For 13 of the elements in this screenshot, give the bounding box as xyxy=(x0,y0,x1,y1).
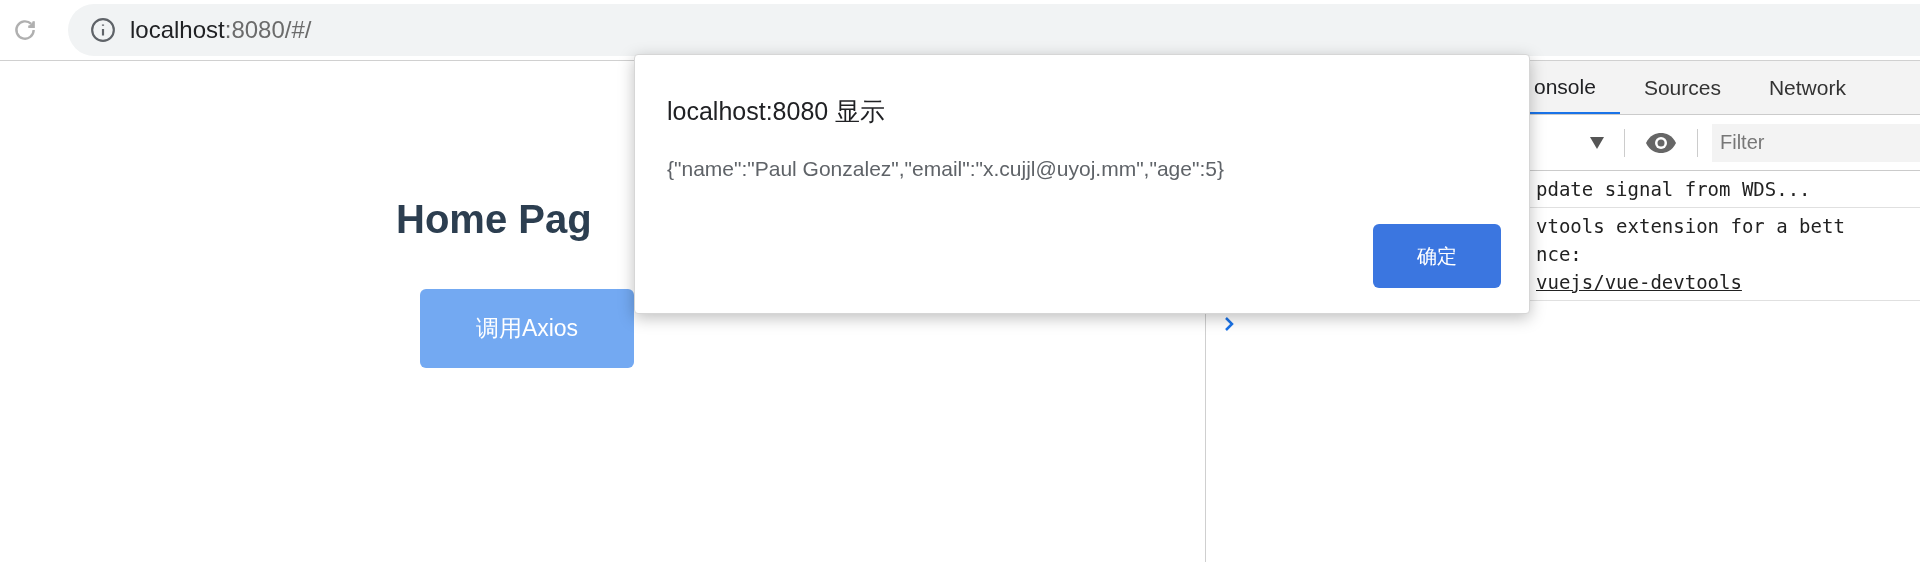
devtools-tab[interactable]: Network xyxy=(1744,61,1870,114)
console-text: pdate signal from WDS... xyxy=(1536,177,1812,202)
url-text: localhost:8080/#/ xyxy=(130,15,312,45)
console-text: vtools extension for a bett xyxy=(1536,214,1846,239)
console-text: nce: xyxy=(1536,242,1583,267)
filter-field[interactable]: Filter xyxy=(1712,123,1920,162)
page-heading: Home Pag xyxy=(396,199,592,239)
console-link[interactable]: vuejs/vue-devtools xyxy=(1536,268,1742,296)
dialog-message: {"name":"Paul Gonzalez","email":"x.cujjl@uyoj.mm","age":5} xyxy=(667,155,1225,182)
dialog-title: localhost:8080 显示 xyxy=(667,96,887,127)
ok-button[interactable]: 确定 xyxy=(1373,224,1501,288)
address-bar[interactable]: localhost:8080/#/ xyxy=(68,4,1920,56)
devtools-tab[interactable]: Sources xyxy=(1619,61,1745,114)
